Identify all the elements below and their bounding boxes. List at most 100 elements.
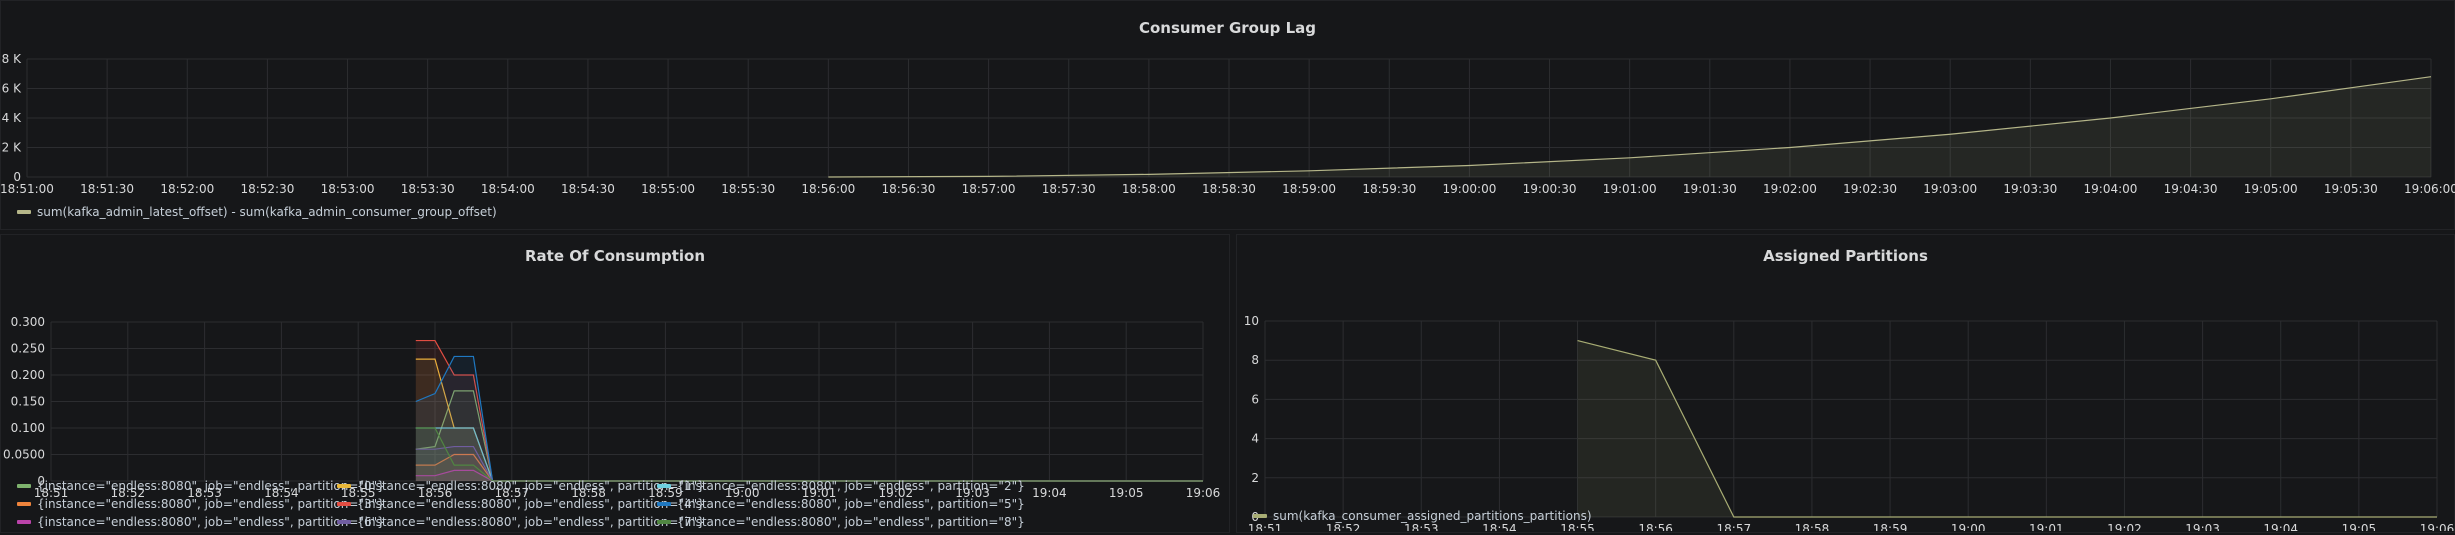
- x-tick-label: 18:59: [1873, 522, 1908, 531]
- x-tick-label: 18:56:00: [801, 182, 855, 196]
- legend-item[interactable]: {instance="endless:8080", job="endless",…: [337, 497, 705, 511]
- x-tick-label: 18:54: [1482, 522, 1517, 531]
- panel-title[interactable]: Consumer Group Lag: [1, 19, 2454, 37]
- legend-item[interactable]: sum(kafka_consumer_assigned_partitions_p…: [1253, 509, 1592, 523]
- x-tick-label: 19:04:00: [2084, 182, 2138, 196]
- legend-label: sum(kafka_admin_latest_offset) - sum(kaf…: [37, 205, 497, 219]
- x-tick-label: 19:05:00: [2244, 182, 2298, 196]
- x-tick-label: 18:52:00: [160, 182, 214, 196]
- y-tick-label: 0.0500: [3, 448, 45, 462]
- y-tick-label: 6 K: [2, 82, 22, 96]
- x-tick-label: 19:04:30: [2164, 182, 2218, 196]
- series-line: [415, 339, 1203, 482]
- series-area: [1577, 340, 2437, 517]
- x-tick-label: 19:03:00: [1923, 182, 1977, 196]
- series-line: [415, 358, 1203, 482]
- x-tick-label: 18:57:00: [962, 182, 1016, 196]
- x-tick-label: 18:57:30: [1042, 182, 1096, 196]
- x-tick-label: 18:53: [1404, 522, 1439, 531]
- x-tick-label: 18:55:00: [641, 182, 695, 196]
- series-area: [415, 390, 1203, 481]
- legend-label: {instance="endless:8080", job="endless",…: [677, 479, 1025, 493]
- x-tick-label: 18:58:00: [1122, 182, 1176, 196]
- x-tick-label: 19:05:30: [2324, 182, 2378, 196]
- legend-item[interactable]: {instance="endless:8080", job="endless",…: [337, 479, 705, 493]
- legend-item[interactable]: {instance="endless:8080", job="endless",…: [657, 497, 1025, 511]
- x-tick-label: 19:00:00: [1442, 182, 1496, 196]
- x-tick-label: 18:51:30: [80, 182, 134, 196]
- legend-label: {instance="endless:8080", job="endless",…: [357, 515, 705, 529]
- legend-label: {instance="endless:8080", job="endless",…: [677, 515, 1025, 529]
- x-tick-label: 19:03:30: [2003, 182, 2057, 196]
- x-tick-label: 19:00: [1951, 522, 1986, 531]
- y-tick-label: 0.300: [11, 315, 45, 329]
- y-tick-label: 10: [1244, 314, 1259, 328]
- legend-swatch: [657, 502, 671, 506]
- legend-swatch: [657, 520, 671, 524]
- series-line: [415, 445, 1203, 482]
- panel-title[interactable]: Rate Of Consumption: [1, 247, 1229, 265]
- x-tick-label: 19:01:30: [1683, 182, 1737, 196]
- rate-of-consumption-chart: 00.05000.1000.1500.2000.2500.30018:51 18:…: [3, 315, 1220, 500]
- legend-swatch: [1253, 514, 1267, 518]
- panel-rate-of-consumption: Rate Of Consumption 0 0.0500 0.100 0.150 0.2…: [0, 234, 1230, 533]
- x-tick-label: 19:01:00: [1603, 182, 1657, 196]
- legend-item[interactable]: sum(kafka_admin_latest_offset) - sum(kaf…: [17, 205, 497, 219]
- legend-item[interactable]: {instance="endless:8080", job="endless",…: [17, 479, 385, 493]
- series-line: [415, 390, 1203, 482]
- x-tick-label: 18:51: [1248, 522, 1283, 531]
- x-tick-label: 19:00:30: [1523, 182, 1577, 196]
- legend-swatch: [17, 210, 31, 214]
- y-tick-label: 8: [1251, 353, 1259, 367]
- legend-swatch: [337, 502, 351, 506]
- legend: {instance="endless:8080", job="endless",…: [17, 479, 1217, 535]
- x-tick-label: 19:02: [2107, 522, 2142, 531]
- y-tick-label: 4: [1251, 432, 1259, 446]
- legend-label: {instance="endless:8080", job="endless",…: [37, 515, 385, 529]
- series-area: [415, 359, 1203, 481]
- x-tick-label: 18:51:00: [1, 182, 54, 196]
- x-tick-label: 19:02:00: [1763, 182, 1817, 196]
- legend-item[interactable]: {instance="endless:8080", job="endless",…: [337, 515, 705, 529]
- y-tick-label: 4 K: [2, 111, 22, 125]
- legend-swatch: [17, 520, 31, 524]
- y-tick-label: 0.250: [11, 342, 45, 356]
- legend-swatch: [337, 484, 351, 488]
- x-tick-label: 19:04: [2263, 522, 2298, 531]
- x-tick-label: 19:06: [2420, 522, 2455, 531]
- legend-swatch: [17, 502, 31, 506]
- assigned-partitions-chart: 024681018:5118:5218:5318:5418:5518:5618:…: [1244, 314, 2455, 531]
- y-tick-label: 0.150: [11, 395, 45, 409]
- legend-swatch: [657, 484, 671, 488]
- panel-consumer-group-lag: Consumer Group Lag 02 K4 K6 K8 K 18:51:00…: [0, 0, 2455, 230]
- series-area: [415, 446, 1203, 481]
- legend-label: {instance="endless:8080", job="endless",…: [677, 497, 1025, 511]
- x-tick-label: 18:52:30: [240, 182, 294, 196]
- x-tick-label: 18:59:00: [1282, 182, 1336, 196]
- x-tick-label: 18:55: [1560, 522, 1595, 531]
- x-tick-label: 19:02:30: [1843, 182, 1897, 196]
- series-line: [415, 453, 1203, 482]
- legend-item[interactable]: {instance="endless:8080", job="endless",…: [657, 515, 1025, 529]
- x-tick-label: 18:55:30: [721, 182, 775, 196]
- series-area: [415, 340, 1203, 481]
- y-tick-label: 0.100: [11, 421, 45, 435]
- panel-title[interactable]: Assigned Partitions: [1237, 247, 2454, 265]
- x-tick-label: 18:54:00: [481, 182, 535, 196]
- legend-label: {instance="endless:8080", job="endless",…: [37, 497, 385, 511]
- x-tick-label: 18:56: [1638, 522, 1673, 531]
- y-tick-label: 6: [1251, 392, 1259, 406]
- x-tick-label: 19:06:00: [2404, 182, 2455, 196]
- legend-item[interactable]: {instance="endless:8080", job="endless",…: [17, 497, 385, 511]
- x-tick-label: 18:58: [1795, 522, 1830, 531]
- legend-item[interactable]: {instance="endless:8080", job="endless",…: [17, 515, 385, 529]
- y-tick-label: 2 K: [2, 141, 22, 155]
- x-tick-label: 19:03: [2185, 522, 2220, 531]
- legend-item[interactable]: {instance="endless:8080", job="endless",…: [657, 479, 1025, 493]
- panel-assigned-partitions: Assigned Partitions 024681018:5118:5218:…: [1236, 234, 2455, 533]
- legend-swatch: [17, 484, 31, 488]
- x-tick-label: 18:57: [1717, 522, 1752, 531]
- x-tick-label: 18:56:30: [882, 182, 936, 196]
- legend-label: sum(kafka_consumer_assigned_partitions_p…: [1273, 509, 1592, 523]
- legend-label: {instance="endless:8080", job="endless",…: [357, 479, 705, 493]
